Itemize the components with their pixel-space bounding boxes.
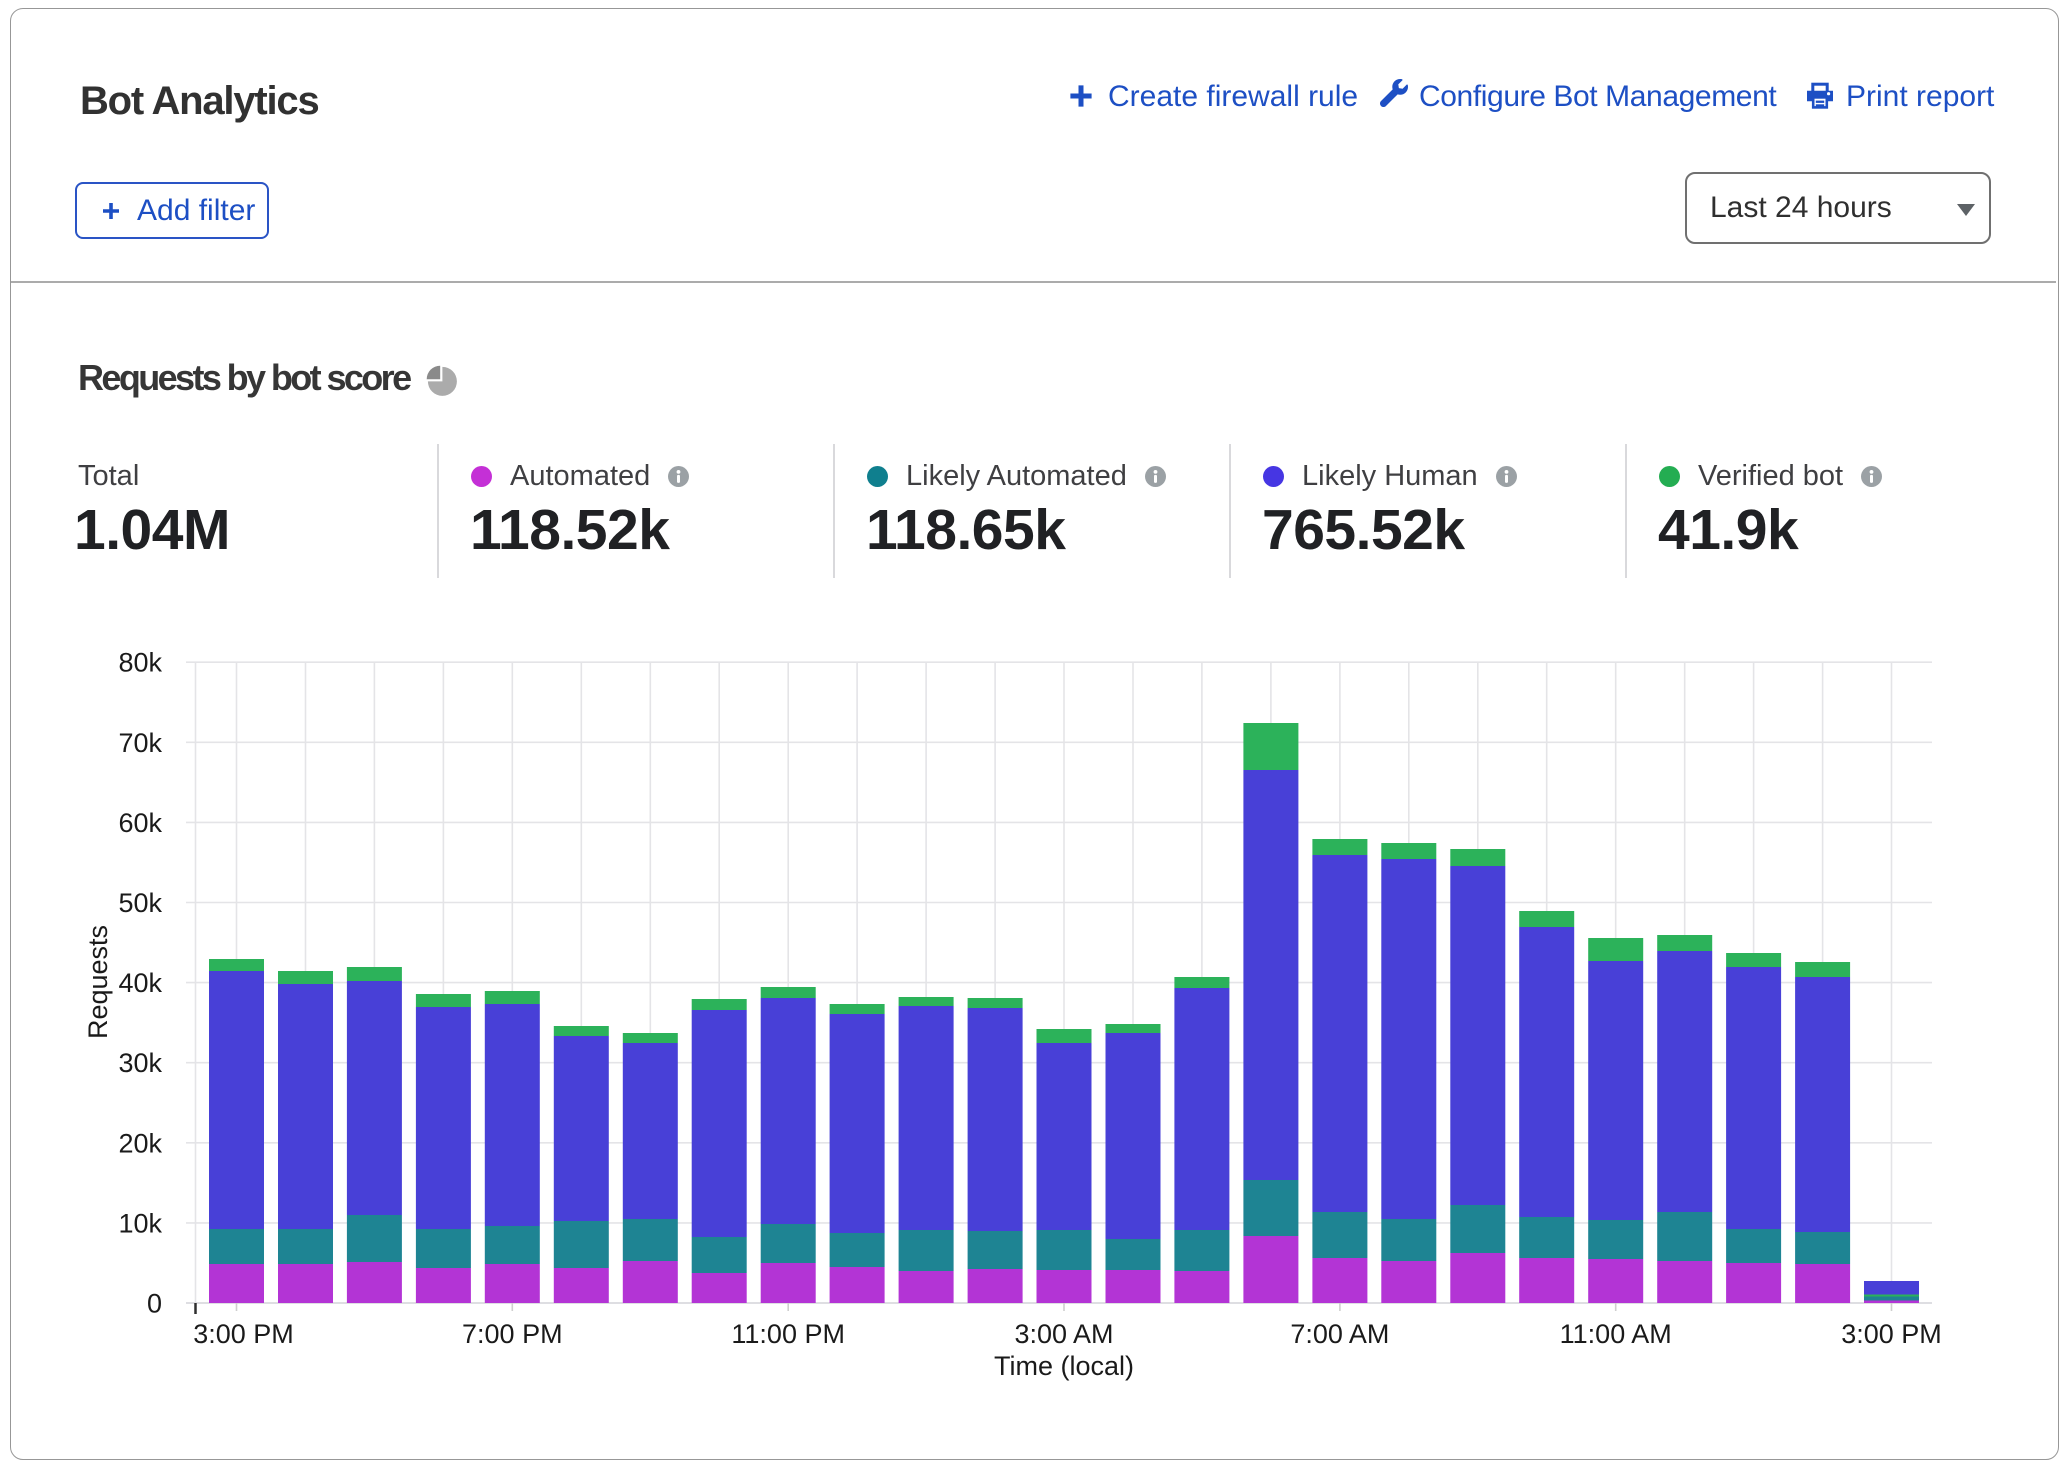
svg-text:11:00 AM: 11:00 AM (1560, 1319, 1672, 1349)
svg-text:80k: 80k (118, 648, 162, 678)
svg-text:40k: 40k (118, 968, 162, 998)
svg-text:0: 0 (147, 1289, 162, 1319)
svg-text:20k: 20k (118, 1128, 162, 1158)
svg-text:Time (local): Time (local) (994, 1351, 1134, 1381)
svg-text:3:00 PM: 3:00 PM (193, 1319, 294, 1349)
svg-text:10k: 10k (118, 1208, 162, 1238)
svg-text:11:00 PM: 11:00 PM (731, 1319, 845, 1349)
svg-text:50k: 50k (118, 888, 162, 918)
svg-text:60k: 60k (118, 808, 162, 838)
svg-text:7:00 AM: 7:00 AM (1290, 1319, 1389, 1349)
svg-text:3:00 AM: 3:00 AM (1014, 1319, 1113, 1349)
svg-text:30k: 30k (118, 1048, 162, 1078)
svg-text:3:00 PM: 3:00 PM (1841, 1319, 1942, 1349)
svg-text:Requests: Requests (83, 925, 113, 1039)
svg-text:7:00 PM: 7:00 PM (462, 1319, 563, 1349)
svg-text:70k: 70k (118, 728, 162, 758)
